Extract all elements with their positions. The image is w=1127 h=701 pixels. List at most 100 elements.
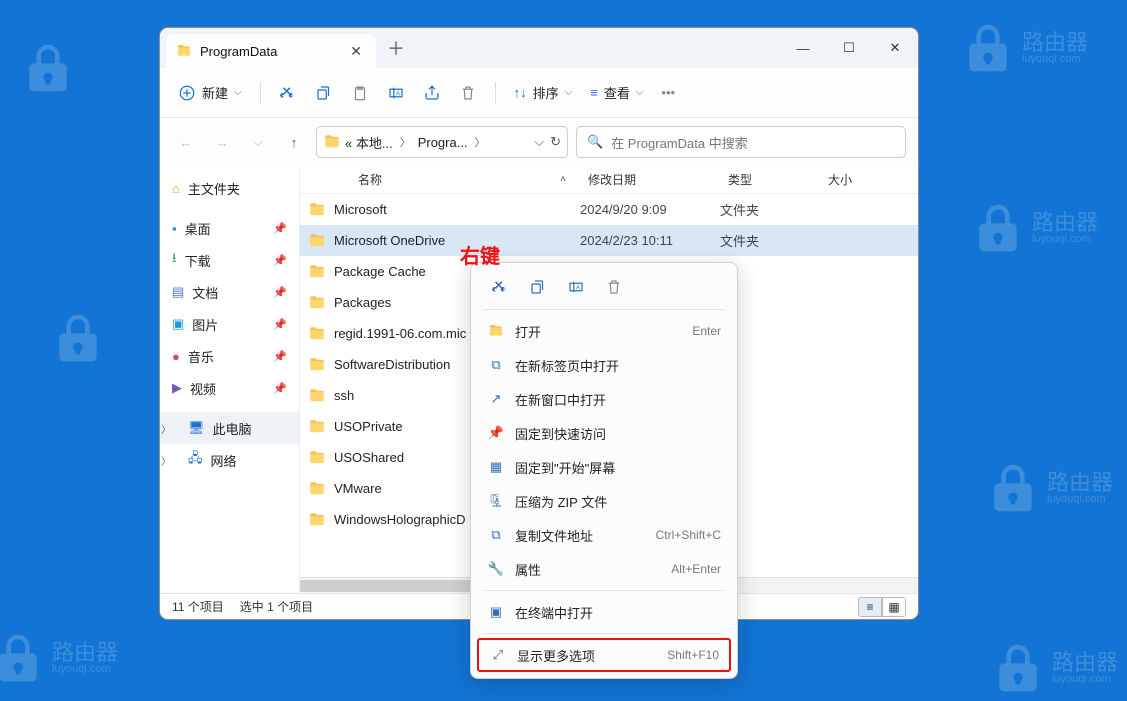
rename-button[interactable] <box>379 76 413 110</box>
ctx-item-compress[interactable]: 🗜压缩为 ZIP 文件 <box>477 484 731 518</box>
ctx-item-new-tab[interactable]: ⧉在新标签页中打开 <box>477 348 731 382</box>
file-name: Microsoft OneDrive <box>334 233 445 248</box>
expand-icon[interactable]: 〉 <box>161 453 171 468</box>
paste-button[interactable] <box>343 76 377 110</box>
sort-button[interactable]: ↑↓ 排序 ⌵ <box>506 76 581 110</box>
chevron-icon[interactable]: 〉 <box>472 134 489 150</box>
pin-icon: 📌 <box>487 425 505 441</box>
toolbar: 新建 ⌵ ↑↓ 排序 ⌵ ≡ 查看 ⌵ ••• <box>160 68 918 118</box>
file-name: regid.1991-06.com.mic <box>334 326 466 341</box>
sidebar-item-home[interactable]: ⌂ 主文件夹 <box>160 172 299 204</box>
file-date: 2024/9/20 9:09 <box>580 202 720 217</box>
sidebar-item-music[interactable]: ●音乐📌 <box>160 340 299 372</box>
minimize-button[interactable]: — <box>780 28 826 68</box>
new-button[interactable]: 新建 ⌵ <box>170 76 250 110</box>
cut-button[interactable] <box>271 76 305 110</box>
column-header-name[interactable]: 名称˄ <box>300 171 580 188</box>
network-icon: 🖧 <box>188 449 203 471</box>
nav-up-button[interactable]: ↑ <box>280 128 308 156</box>
share-button[interactable] <box>415 76 449 110</box>
sidebar: ⌂ 主文件夹 ▪桌面📌 ⭳下载📌 ▤文档📌 ▣图片📌 ●音乐📌 ▶视频📌 〉🖥此… <box>160 166 300 593</box>
file-name: USOShared <box>334 450 404 465</box>
file-date: 2024/2/23 10:11 <box>580 233 720 248</box>
file-type: 文件夹 <box>720 231 820 250</box>
breadcrumb-dropdown-icon[interactable]: ⌵ <box>534 134 544 150</box>
sidebar-item-downloads[interactable]: ⭳下载📌 <box>160 244 299 276</box>
copy-button[interactable] <box>307 76 341 110</box>
ctx-item-pin-start[interactable]: ▦固定到"开始"屏幕 <box>477 450 731 484</box>
context-menu: 打开Enter ⧉在新标签页中打开 ↗在新窗口中打开 📌固定到快速访问 ▦固定到… <box>470 262 738 679</box>
table-row[interactable]: Microsoft OneDrive 2024/2/23 10:11文件夹 <box>300 225 918 256</box>
ctx-item-open[interactable]: 打开Enter <box>477 314 731 348</box>
sidebar-item-pictures[interactable]: ▣图片📌 <box>160 308 299 340</box>
sidebar-item-network[interactable]: 〉🖧网络 <box>160 444 299 476</box>
ctx-copy-button[interactable] <box>523 272 553 302</box>
chevron-icon[interactable]: 〉 <box>397 134 414 150</box>
ctx-cut-button[interactable] <box>485 272 515 302</box>
ctx-item-pin-quick[interactable]: 📌固定到快速访问 <box>477 416 731 450</box>
details-view-button[interactable]: ≡ <box>858 597 882 617</box>
music-icon: ● <box>172 349 180 364</box>
home-icon: ⌂ <box>172 181 180 196</box>
delete-button[interactable] <box>451 76 485 110</box>
file-name: VMware <box>334 481 382 496</box>
zip-icon: 🗜 <box>487 493 505 509</box>
table-row[interactable]: Microsoft2024/9/20 9:09文件夹 <box>300 194 918 225</box>
close-tab-icon[interactable]: ✕ <box>346 43 366 60</box>
pictures-icon: ▣ <box>172 316 184 332</box>
ctx-item-show-more[interactable]: ⤢显示更多选项Shift+F10 <box>477 638 731 672</box>
ctx-item-new-window[interactable]: ↗在新窗口中打开 <box>477 382 731 416</box>
column-header-type[interactable]: 类型 <box>720 171 820 188</box>
copypath-icon: ⧉ <box>487 527 505 543</box>
pin-icon: 📌 <box>273 254 287 267</box>
newtab-icon: ⧉ <box>487 357 505 373</box>
column-header-size[interactable]: 大小 <box>820 171 918 188</box>
nav-back-button[interactable]: ← <box>172 128 200 156</box>
file-name: ssh <box>334 388 354 403</box>
file-name: Packages <box>334 295 391 310</box>
new-tab-button[interactable]: ＋ <box>376 28 416 68</box>
sidebar-item-videos[interactable]: ▶视频📌 <box>160 372 299 404</box>
title-bar: ProgramData ✕ ＋ — ☐ ✕ <box>160 28 918 68</box>
search-icon: 🔍 <box>587 134 603 150</box>
file-name: Microsoft <box>334 202 387 217</box>
properties-icon: 🔧 <box>487 561 505 577</box>
file-name: WindowsHolographicD <box>334 512 466 527</box>
nav-recent-button[interactable]: ⌵ <box>244 128 272 156</box>
sidebar-item-desktop[interactable]: ▪桌面📌 <box>160 212 299 244</box>
file-name: Package Cache <box>334 264 426 279</box>
ctx-item-terminal[interactable]: ▣在终端中打开 <box>477 595 731 629</box>
more-icon: ⤢ <box>489 647 507 663</box>
more-button[interactable]: ••• <box>653 76 683 110</box>
ctx-item-properties[interactable]: 🔧属性Alt+Enter <box>477 552 731 586</box>
ctx-delete-button[interactable] <box>599 272 629 302</box>
tab-title: ProgramData <box>200 44 338 59</box>
status-item-count: 11 个项目 <box>172 598 224 615</box>
status-selected-count: 选中 1 个项目 <box>240 598 313 615</box>
pin-icon: 📌 <box>273 318 287 331</box>
tab-programdata[interactable]: ProgramData ✕ <box>166 34 376 68</box>
start-icon: ▦ <box>487 459 505 475</box>
newwindow-icon: ↗ <box>487 391 505 407</box>
nav-forward-button[interactable]: → <box>208 128 236 156</box>
close-window-button[interactable]: ✕ <box>872 28 918 68</box>
sidebar-item-documents[interactable]: ▤文档📌 <box>160 276 299 308</box>
ctx-rename-button[interactable] <box>561 272 591 302</box>
sidebar-item-thispc[interactable]: 〉🖥此电脑 <box>160 412 299 444</box>
refresh-button[interactable]: ↻ <box>550 134 561 150</box>
documents-icon: ▤ <box>172 284 184 300</box>
column-header-date[interactable]: 修改日期 <box>580 171 720 188</box>
view-button[interactable]: ≡ 查看 ⌵ <box>582 76 651 110</box>
pin-icon: 📌 <box>273 382 287 395</box>
ctx-item-copy-path[interactable]: ⧉复制文件地址Ctrl+Shift+C <box>477 518 731 552</box>
pin-icon: 📌 <box>273 350 287 363</box>
search-input[interactable]: 🔍 在 ProgramData 中搜索 <box>576 126 906 158</box>
videos-icon: ▶ <box>172 380 182 396</box>
expand-icon[interactable]: 〉 <box>161 421 171 436</box>
thumbnails-view-button[interactable]: ▦ <box>882 597 906 617</box>
maximize-button[interactable]: ☐ <box>826 28 872 68</box>
address-bar: ← → ⌵ ↑ « 本地... 〉 Progra... 〉 ⌵ ↻ 🔍 在 Pr… <box>160 118 918 166</box>
breadcrumb[interactable]: « 本地... 〉 Progra... 〉 ⌵ ↻ <box>316 126 568 158</box>
downloads-icon: ⭳ <box>172 249 177 271</box>
pin-icon: 📌 <box>273 286 287 299</box>
